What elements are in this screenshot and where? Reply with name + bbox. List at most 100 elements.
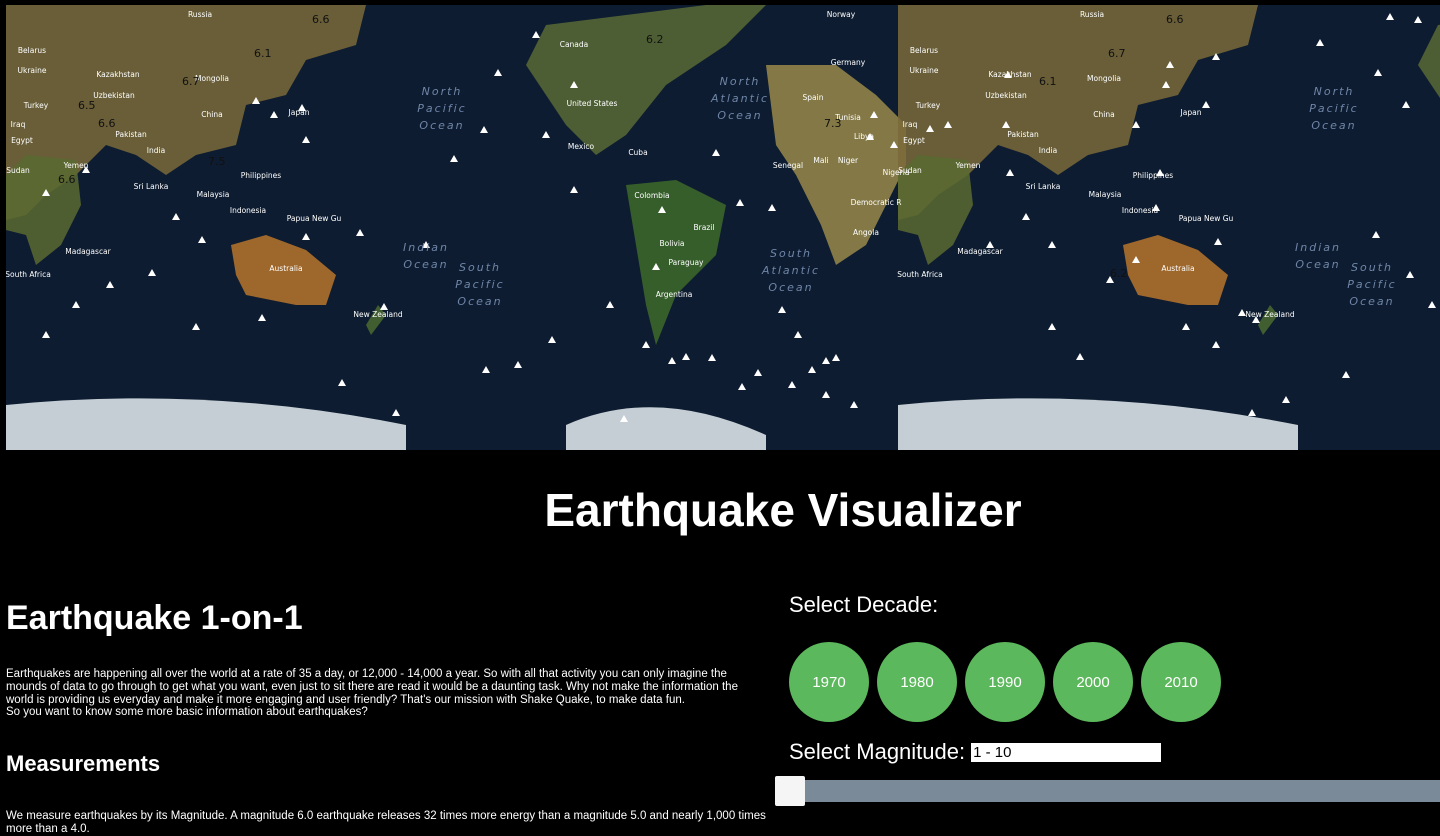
magnitude-label: 6.7 (1108, 47, 1126, 60)
country-label: Iraq (11, 120, 26, 129)
magnitude-label: 6.6 (1166, 13, 1184, 26)
country-label: Colombia (634, 191, 669, 200)
decade-button-2000[interactable]: 2000 (1053, 642, 1133, 722)
country-label: Kazakhstan (96, 70, 139, 79)
country-label: China (201, 110, 222, 119)
country-label: Niger (838, 156, 859, 165)
country-label: Iraq (903, 120, 918, 129)
magnitude-label: 6.6 (312, 13, 330, 26)
magnitude-label: 6.7 (182, 75, 200, 88)
country-label: Democratic R (851, 198, 902, 207)
country-label: Philippines (241, 171, 282, 180)
country-label: New Zealand (353, 310, 403, 319)
country-label: Russia (1080, 10, 1104, 19)
country-label: Mali (813, 156, 828, 165)
measurements-heading: Measurements (6, 751, 161, 776)
section-heading: Earthquake 1-on-1 (6, 599, 303, 637)
country-label: Mongolia (1087, 74, 1121, 83)
country-label: Australia (269, 264, 302, 273)
map-canvas[interactable]: North Pacific Ocean North Pacific Ocean North A… (6, 5, 1440, 450)
country-label: United States (567, 99, 618, 108)
country-label: Argentina (656, 290, 693, 299)
country-label: Belarus (18, 46, 46, 55)
magnitude-label: 7.3 (824, 117, 842, 130)
country-label: Norway (827, 10, 856, 19)
country-label: Papua New Gu (287, 214, 342, 223)
country-label: Egypt (11, 136, 33, 145)
magnitude-slider-handle[interactable] (775, 776, 805, 806)
country-label: Turkey (915, 101, 941, 110)
country-label: New Zealand (1245, 310, 1295, 319)
country-label: Japan (288, 108, 310, 117)
magnitude-label: 7.5 (208, 155, 226, 168)
country-label: Russia (188, 10, 212, 19)
magnitude-label: 6.2 (646, 33, 664, 46)
decade-button-1990[interactable]: 1990 (965, 642, 1045, 722)
magnitude-row: Select Magnitude: (789, 737, 1162, 767)
magnitude-label: 6.6 (58, 173, 76, 186)
country-label: Sudan (6, 166, 30, 175)
country-label: Yemen (63, 161, 89, 170)
country-label: Egypt (903, 136, 925, 145)
info-section: Earthquake 1-on-1 Earthquakes are happen… (6, 598, 766, 835)
decade-button-2010[interactable]: 2010 (1141, 642, 1221, 722)
ocean-label: South Pacific Ocean (1347, 261, 1396, 308)
country-label: Cuba (628, 148, 647, 157)
country-label: South Africa (897, 270, 943, 279)
magnitude-label: 6.1 (1039, 75, 1057, 88)
country-label: Sri Lanka (1026, 182, 1061, 191)
ocean-label: South Pacific Ocean (455, 261, 504, 308)
decade-button-1980[interactable]: 1980 (877, 642, 957, 722)
magnitude-label: 6.1 (254, 47, 272, 60)
intro-text: Earthquakes are happening all over the w… (6, 668, 766, 719)
country-label: Papua New Gu (1179, 214, 1234, 223)
ocean-label: South Atlantic Ocean (761, 247, 820, 294)
country-label: Uzbekistan (985, 91, 1027, 100)
country-label: Germany (831, 58, 866, 67)
controls-panel: Select Decade: 1970 1980 1990 2000 2010 … (775, 590, 1440, 827)
ocean-label: North Pacific Ocean (1309, 85, 1358, 132)
country-label: Indonesia (1122, 206, 1158, 215)
country-label: Spain (803, 93, 824, 102)
country-label: Madagascar (957, 247, 1003, 256)
country-label: Senegal (773, 161, 803, 170)
country-label: Kazakhstan (988, 70, 1031, 79)
country-label: Indonesia (230, 206, 266, 215)
intro-paragraph: Earthquakes are happening all over the w… (6, 668, 738, 706)
decade-label: Select Decade: (789, 592, 939, 617)
page-title: Earthquake Visualizer (544, 484, 1022, 536)
magnitude-slider-track[interactable] (789, 780, 1440, 802)
country-label: Brazil (694, 223, 715, 232)
country-label: India (147, 146, 165, 155)
country-label: Canada (560, 40, 589, 49)
measurements-text: We measure earthquakes by its Magnitude.… (6, 810, 766, 835)
country-label: Nigeria (883, 168, 910, 177)
magnitude-label: Select Magnitude: (789, 739, 966, 764)
country-label: Mongolia (195, 74, 229, 83)
ocean-label: North Atlantic Ocean (710, 75, 769, 122)
country-label: Japan (1180, 108, 1202, 117)
decade-buttons: 1970 1980 1990 2000 2010 (789, 642, 1221, 722)
country-label: Australia (1161, 264, 1194, 273)
country-label: Ukraine (18, 66, 47, 75)
country-label: Bolivia (659, 239, 684, 248)
intro-question: So you want to know some more basic info… (6, 706, 368, 719)
country-label: Mexico (568, 142, 595, 151)
ocean-label: North Pacific Ocean (417, 85, 466, 132)
country-label: Uzbekistan (93, 91, 135, 100)
decade-button-1970[interactable]: 1970 (789, 642, 869, 722)
country-label: Angola (853, 228, 879, 237)
country-label: China (1093, 110, 1114, 119)
country-label: Philippines (1133, 171, 1174, 180)
country-label: Pakistan (1007, 130, 1039, 139)
country-label: Pakistan (115, 130, 147, 139)
magnitude-label: 6.5 (78, 99, 96, 112)
magnitude-input[interactable] (971, 742, 1162, 762)
earthquake-map[interactable]: North Pacific Ocean North Pacific Ocean North A… (6, 5, 1440, 450)
country-label: Malaysia (197, 190, 230, 199)
country-label: Madagascar (65, 247, 111, 256)
country-label: Sri Lanka (134, 182, 169, 191)
magnitude-label: 6.6 (98, 117, 116, 130)
country-label: Belarus (910, 46, 938, 55)
country-label: Malaysia (1089, 190, 1122, 199)
